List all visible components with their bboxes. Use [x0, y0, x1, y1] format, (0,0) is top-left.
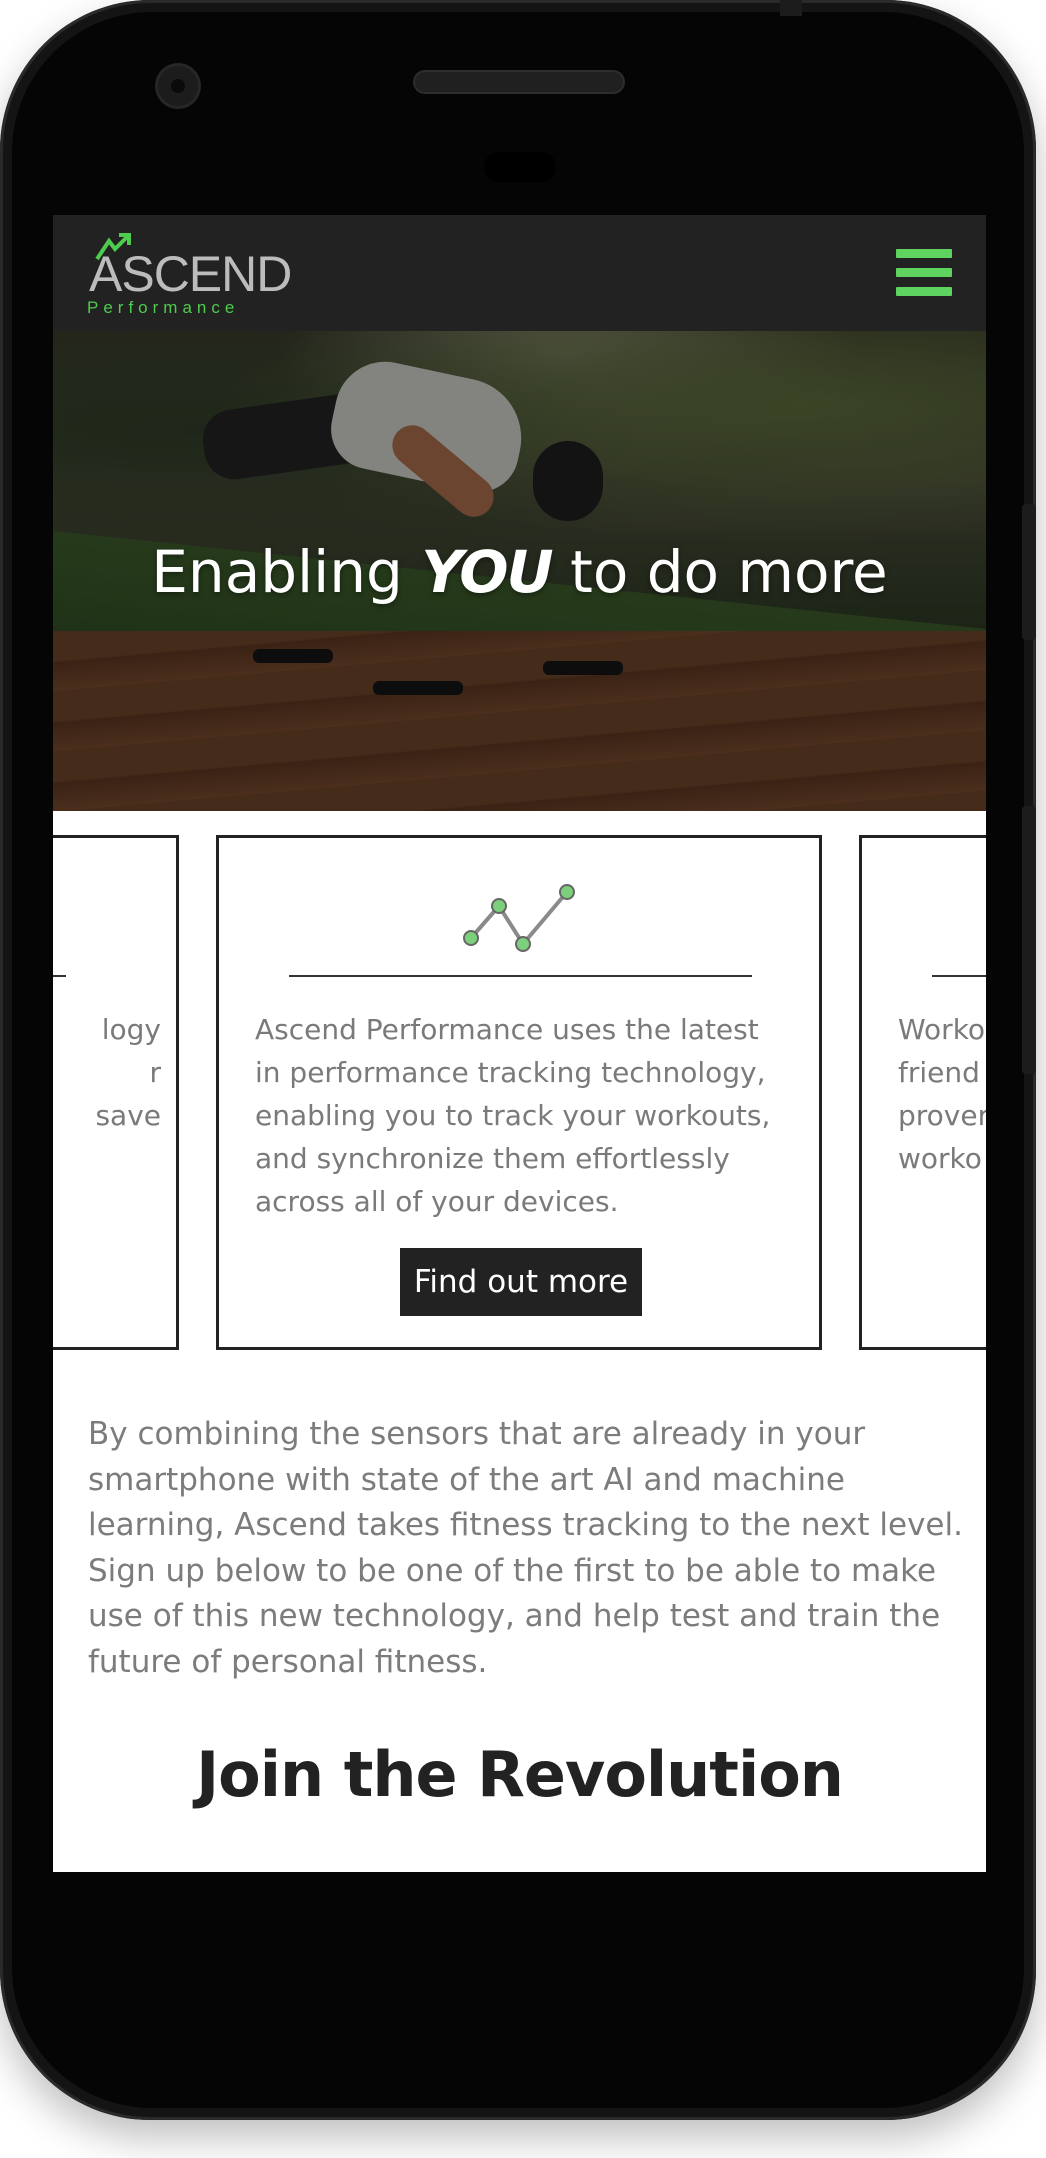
front-camera	[158, 66, 198, 106]
menu-bar	[896, 287, 952, 296]
line-chart-icon	[463, 884, 575, 952]
feature-card-tracking: Ascend Performance uses the latest in pe…	[216, 835, 822, 1350]
card-text-line: save	[95, 1099, 161, 1132]
browser-viewport: ASCEND Performance Enabling YOU to do mo…	[53, 215, 986, 1872]
card-text-line: r	[149, 1056, 161, 1089]
hero-title-start: Enabling	[151, 538, 422, 606]
card-text-line: in performance tracking technology,	[255, 1056, 766, 1089]
earpiece-speaker	[415, 72, 623, 92]
intro-line: learning, Ascend takes fitness tracking …	[88, 1507, 963, 1543]
find-out-more-button[interactable]: Find out more	[400, 1248, 642, 1316]
navbar: ASCEND Performance	[53, 215, 986, 332]
card-text-line: enabling you to track your workouts,	[255, 1099, 771, 1132]
card-text-line: across all of your devices.	[255, 1185, 619, 1218]
card-text-line: logy	[101, 1013, 161, 1046]
card-text-line: worko	[898, 1142, 982, 1175]
card-divider	[289, 975, 752, 977]
card-text-line: friend	[898, 1056, 980, 1089]
card-divider	[932, 975, 986, 977]
logo-tagline: Performance	[87, 298, 240, 317]
volume-button[interactable]	[1022, 504, 1036, 640]
card-text-line: prover	[898, 1099, 986, 1132]
power-button[interactable]	[1022, 806, 1036, 1074]
card-divider	[53, 975, 66, 977]
card-text: Ascend Performance uses the latest in pe…	[255, 1008, 795, 1223]
hero-title-end: to do more	[551, 538, 888, 606]
card-text-line: and synchronize them effortlessly	[255, 1142, 730, 1175]
card-text: Worko friend prover worko	[898, 1008, 986, 1180]
hero-banner: Enabling YOU to do more	[53, 331, 986, 811]
hero-title: Enabling YOU to do more	[53, 537, 986, 607]
card-text-line: Ascend Performance uses the latest	[255, 1013, 759, 1046]
card-text-line: Worko	[898, 1013, 986, 1046]
menu-bar	[896, 249, 952, 258]
menu-bar	[896, 268, 952, 277]
proximity-sensor	[484, 152, 556, 182]
brand-logo[interactable]: ASCEND Performance	[83, 229, 303, 317]
intro-line: use of this new technology, and help tes…	[88, 1598, 941, 1634]
logo-wordmark: ASCEND	[89, 246, 292, 302]
intro-line: Sign up below to be one of the first to …	[88, 1552, 937, 1589]
feature-card-previous[interactable]: logy r save	[53, 835, 179, 1350]
card-text: logy r save	[53, 1008, 161, 1137]
signup-heading: Join the Revolution	[196, 1738, 844, 1811]
intro-line: future of personal fitness.	[88, 1643, 488, 1680]
feature-card-next[interactable]: Worko friend prover worko	[859, 835, 986, 1350]
top-button	[780, 0, 802, 16]
hero-title-emphasis: YOU	[421, 538, 553, 606]
intro-line: By combining the sensors that are alread…	[88, 1416, 866, 1452]
intro-paragraph: By combining the sensors that are alread…	[88, 1412, 968, 1685]
intro-line: smartphone with state of the art AI and …	[88, 1461, 845, 1498]
hamburger-menu-icon[interactable]	[896, 249, 952, 297]
